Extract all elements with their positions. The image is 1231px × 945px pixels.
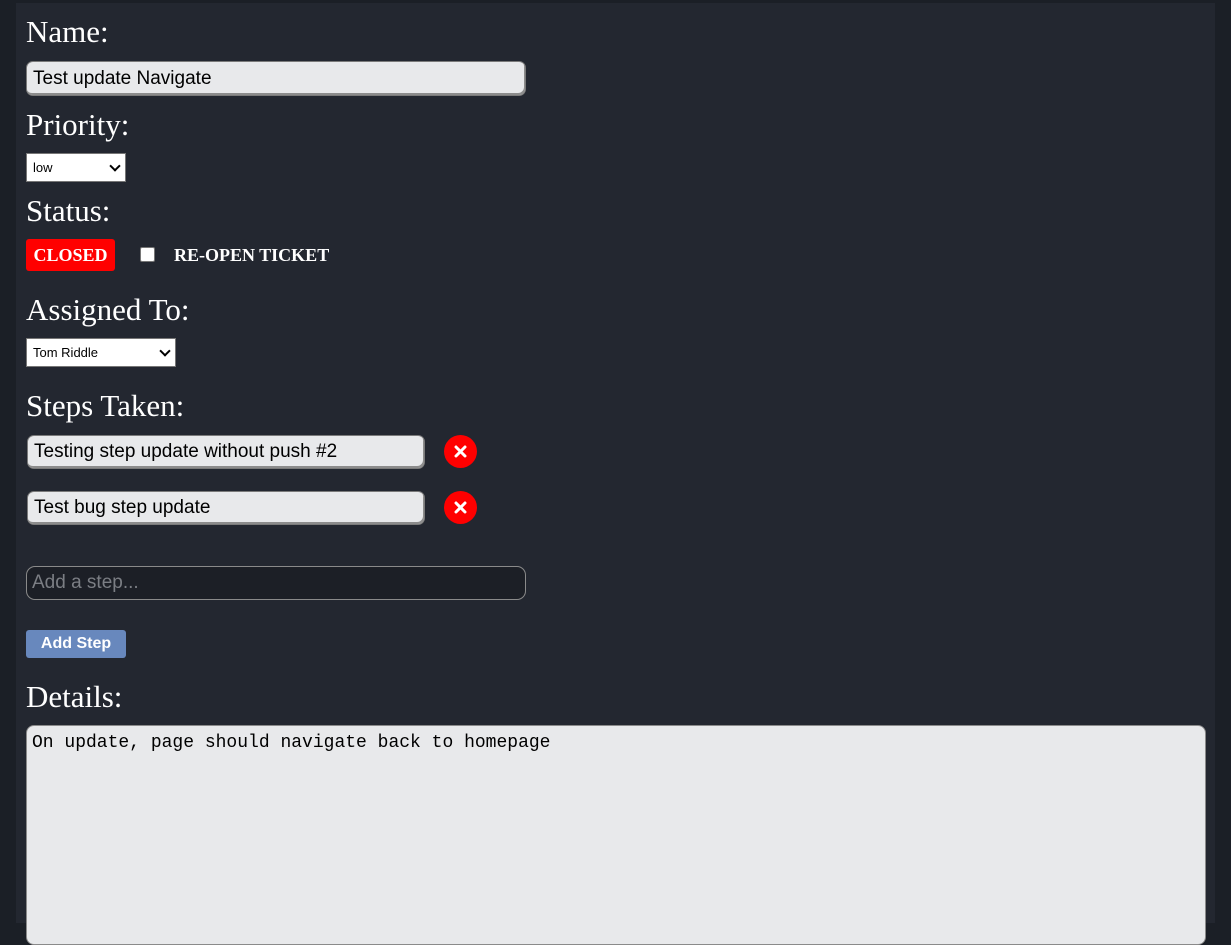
priority-select[interactable]: low bbox=[26, 153, 126, 182]
steps-taken-label: Steps Taken: bbox=[26, 388, 185, 423]
step-input[interactable] bbox=[27, 435, 425, 469]
assigned-to-label: Assigned To: bbox=[26, 292, 190, 327]
add-step-button[interactable]: Add Step bbox=[26, 630, 126, 658]
step-input[interactable] bbox=[27, 491, 425, 525]
name-label: Name: bbox=[26, 14, 109, 49]
reopen-checkbox[interactable] bbox=[140, 247, 155, 262]
status-label: Status: bbox=[26, 193, 111, 228]
delete-step-button[interactable] bbox=[444, 491, 477, 524]
priority-label: Priority: bbox=[26, 107, 130, 142]
name-input[interactable] bbox=[26, 61, 526, 96]
ticket-edit-form: Name: Priority: low Status: CLOSED RE-OP… bbox=[16, 3, 1215, 945]
details-label: Details: bbox=[26, 679, 123, 714]
reopen-label: RE-OPEN TICKET bbox=[174, 245, 330, 265]
delete-step-button[interactable] bbox=[444, 435, 477, 468]
details-textarea[interactable]: On update, page should navigate back to … bbox=[26, 725, 1206, 945]
close-icon bbox=[454, 501, 467, 514]
status-badge: CLOSED bbox=[26, 239, 115, 271]
add-step-input[interactable] bbox=[26, 566, 526, 600]
close-icon bbox=[454, 445, 467, 458]
assigned-to-select[interactable]: Tom Riddle bbox=[26, 338, 176, 367]
